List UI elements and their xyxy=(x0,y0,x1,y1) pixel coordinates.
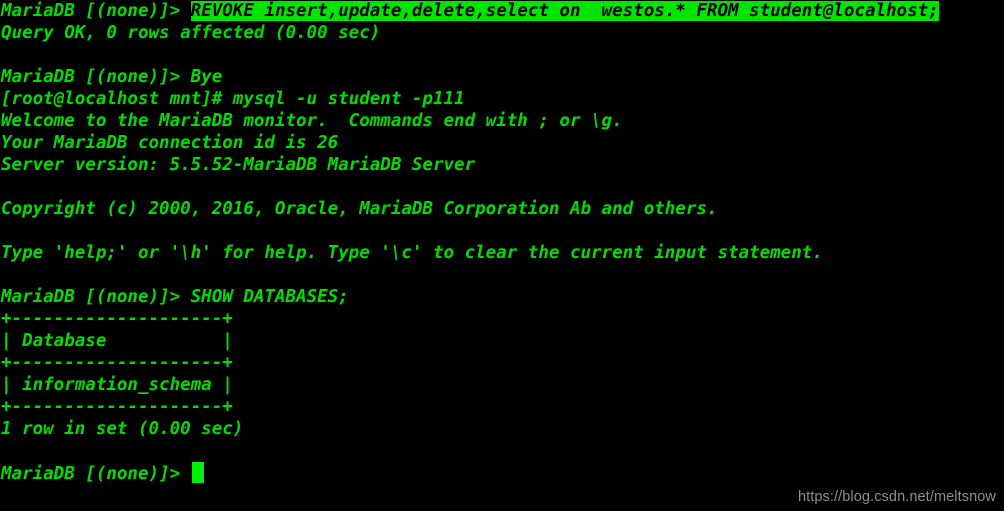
terminal-text: +--------------------+ xyxy=(1,397,233,417)
text-cursor xyxy=(191,462,204,483)
terminal-text: Welcome to the MariaDB monitor. Commands… xyxy=(1,111,623,131)
terminal-text: +--------------------+ xyxy=(1,353,233,373)
line-copyright: Copyright (c) 2000, 2016, Oracle, MariaD… xyxy=(0,198,1004,220)
terminal-text: Type 'help;' or '\h' for help. Type '\c'… xyxy=(1,243,823,263)
line-help-hint: Type 'help;' or '\h' for help. Type '\c'… xyxy=(0,242,1004,264)
terminal-text: Your MariaDB connection id is 26 xyxy=(1,133,339,153)
terminal-output: MariaDB [(none)]> REVOKE insert,update,d… xyxy=(0,0,1004,484)
line-revoke: MariaDB [(none)]> REVOKE insert,update,d… xyxy=(0,0,1004,22)
terminal-text: Query OK, 0 rows affected (0.00 sec) xyxy=(1,23,381,43)
line-blank-3 xyxy=(0,220,1004,242)
terminal-text: MariaDB [(none)]> SHOW DATABASES; xyxy=(1,287,349,307)
terminal-text: [root@localhost mnt]# mysql -u student -… xyxy=(1,89,465,109)
watermark-text: https://blog.csdn.net/meltsnow xyxy=(797,489,996,505)
line-table-mid-border: +--------------------+ xyxy=(0,352,1004,374)
terminal-text: MariaDB [(none)]> Bye xyxy=(1,67,223,87)
line-server-version: Server version: 5.5.52-MariaDB MariaDB S… xyxy=(0,154,1004,176)
line-welcome: Welcome to the MariaDB monitor. Commands… xyxy=(0,110,1004,132)
line-table-bottom-border: +--------------------+ xyxy=(0,396,1004,418)
line-table-header: | Database | xyxy=(0,330,1004,352)
line-blank-2 xyxy=(0,176,1004,198)
line-blank-4 xyxy=(0,264,1004,286)
line-mysql-login: [root@localhost mnt]# mysql -u student -… xyxy=(0,88,1004,110)
line-show-databases: MariaDB [(none)]> SHOW DATABASES; xyxy=(0,286,1004,308)
line-connection-id: Your MariaDB connection id is 26 xyxy=(0,132,1004,154)
line-blank-5 xyxy=(0,440,1004,462)
terminal-text: MariaDB [(none)]> xyxy=(1,464,191,484)
line-table-top-border: +--------------------+ xyxy=(0,308,1004,330)
terminal-text: 1 row in set (0.00 sec) xyxy=(1,419,244,439)
line-bye: MariaDB [(none)]> Bye xyxy=(0,66,1004,88)
line-query-ok: Query OK, 0 rows affected (0.00 sec) xyxy=(0,22,1004,44)
terminal-text: | Database | xyxy=(1,331,233,351)
terminal-text: | information_schema | xyxy=(1,375,233,395)
terminal-window[interactable]: MariaDB [(none)]> REVOKE insert,update,d… xyxy=(0,0,1004,511)
terminal-text: MariaDB [(none)]> xyxy=(1,1,191,21)
selected-command-text: REVOKE insert,update,delete,select on we… xyxy=(190,1,939,21)
line-row-count: 1 row in set (0.00 sec) xyxy=(0,418,1004,440)
terminal-text: Server version: 5.5.52-MariaDB MariaDB S… xyxy=(1,155,476,175)
terminal-text: Copyright (c) 2000, 2016, Oracle, MariaD… xyxy=(1,199,718,219)
line-blank-1 xyxy=(0,44,1004,66)
line-table-row-1: | information_schema | xyxy=(0,374,1004,396)
terminal-text: +--------------------+ xyxy=(1,309,233,329)
line-final-prompt: MariaDB [(none)]> xyxy=(0,462,1004,484)
